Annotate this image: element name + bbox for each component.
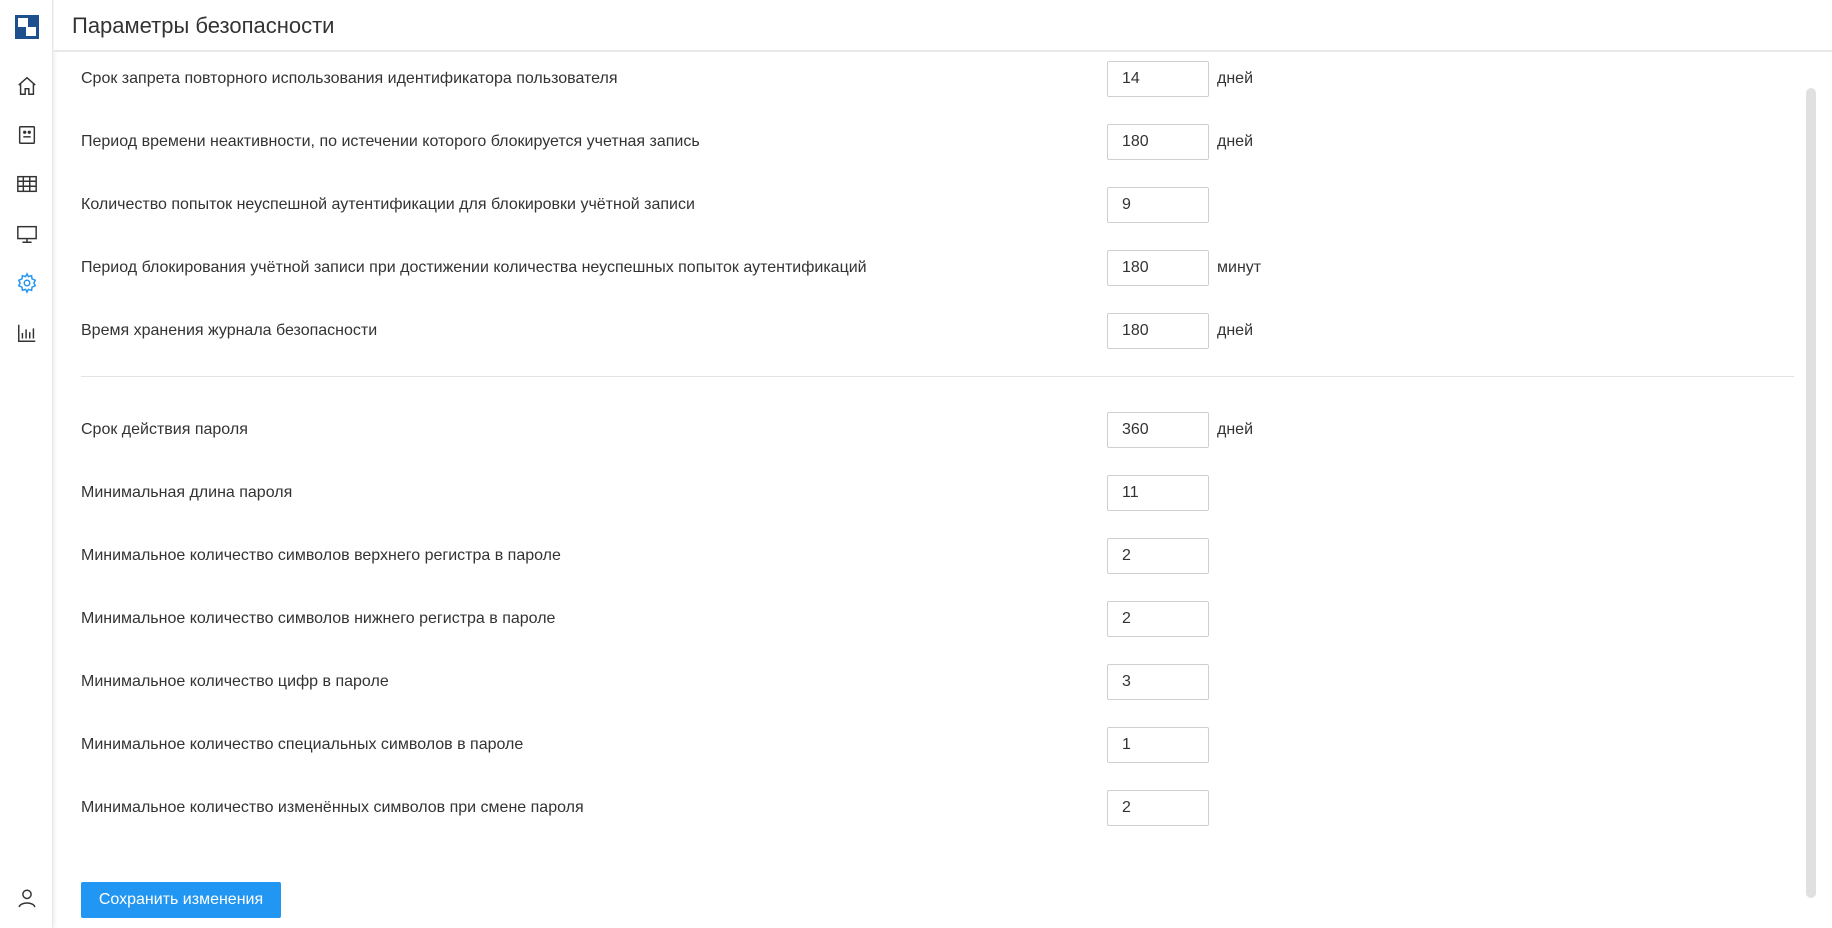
- table-icon: [16, 173, 38, 200]
- bar-chart-icon: [16, 322, 38, 349]
- page-header: Параметры безопасности: [54, 0, 1832, 52]
- scrollbar[interactable]: [1806, 88, 1816, 898]
- user-card-icon: [16, 124, 38, 151]
- setting-row-id-reuse: Срок запрета повторного использования ид…: [81, 61, 1281, 97]
- setting-row-password-expiry: Срок действия пароля дней: [81, 412, 1281, 448]
- setting-row-failed-attempts: Количество попыток неуспешной аутентифик…: [81, 187, 1281, 223]
- min-lowercase-input[interactable]: [1107, 601, 1209, 637]
- min-changed-input[interactable]: [1107, 790, 1209, 826]
- password-expiry-days-input[interactable]: [1107, 412, 1209, 448]
- setting-unit: дней: [1217, 133, 1254, 150]
- setting-label: Срок запрета повторного использования ид…: [81, 70, 618, 87]
- setting-row-min-special: Минимальное количество специальных симво…: [81, 727, 1281, 763]
- setting-label: Период блокирования учётной записи при д…: [81, 259, 867, 276]
- user-icon: [16, 887, 38, 914]
- setting-label: Минимальное количество изменённых символ…: [81, 799, 584, 816]
- id-reuse-days-input[interactable]: [1107, 61, 1209, 97]
- setting-label: Срок действия пароля: [81, 421, 248, 438]
- setting-label: Минимальное количество символов нижнего …: [81, 610, 556, 627]
- setting-row-min-length: Минимальная длина пароля: [81, 475, 1281, 511]
- setting-label: Минимальное количество символов верхнего…: [81, 547, 561, 564]
- sidebar-item-settings[interactable]: [15, 271, 39, 299]
- setting-row-log-retention: Время хранения журнала безопасности дней: [81, 313, 1281, 349]
- setting-label: Минимальное количество цифр в пароле: [81, 673, 389, 690]
- section-divider: [81, 376, 1794, 377]
- log-retention-days-input[interactable]: [1107, 313, 1209, 349]
- setting-label: Период времени неактивности, по истечени…: [81, 133, 700, 150]
- save-button[interactable]: Сохранить изменения: [81, 882, 281, 918]
- setting-row-min-digits: Минимальное количество цифр в пароле: [81, 664, 1281, 700]
- min-length-input[interactable]: [1107, 475, 1209, 511]
- inactivity-days-input[interactable]: [1107, 124, 1209, 160]
- home-icon: [16, 75, 38, 102]
- gear-icon: [16, 271, 38, 299]
- setting-label: Время хранения журнала безопасности: [81, 322, 378, 339]
- settings-panel: Срок запрета повторного использования ид…: [54, 52, 1832, 928]
- setting-row-min-uppercase: Минимальное количество символов верхнего…: [81, 538, 1281, 574]
- page-title: Параметры безопасности: [72, 13, 335, 38]
- sidebar-item-tables[interactable]: [15, 174, 39, 198]
- setting-row-inactivity: Период времени неактивности, по истечени…: [81, 124, 1281, 160]
- lockout-minutes-input[interactable]: [1107, 250, 1209, 286]
- sidebar-item-reports[interactable]: [15, 323, 39, 347]
- setting-unit: дней: [1217, 70, 1254, 87]
- sidebar: [0, 0, 53, 928]
- setting-label: Количество попыток неуспешной аутентифик…: [81, 196, 695, 213]
- min-uppercase-input[interactable]: [1107, 538, 1209, 574]
- min-digits-input[interactable]: [1107, 664, 1209, 700]
- setting-unit: дней: [1217, 421, 1254, 438]
- setting-row-min-lowercase: Минимальное количество символов нижнего …: [81, 601, 1281, 637]
- setting-unit: дней: [1217, 322, 1254, 339]
- setting-label: Минимальное количество специальных симво…: [81, 736, 524, 753]
- sidebar-item-monitor[interactable]: [15, 224, 39, 248]
- setting-label: Минимальная длина пароля: [81, 484, 293, 501]
- sidebar-item-users[interactable]: [15, 125, 39, 149]
- min-special-input[interactable]: [1107, 727, 1209, 763]
- setting-unit: минут: [1217, 259, 1262, 276]
- monitor-icon: [16, 223, 38, 250]
- sidebar-item-home[interactable]: [15, 76, 39, 100]
- failed-attempts-input[interactable]: [1107, 187, 1209, 223]
- setting-row-lockout-period: Период блокирования учётной записи при д…: [81, 250, 1281, 286]
- sidebar-item-profile[interactable]: [15, 888, 39, 912]
- app-logo[interactable]: [15, 15, 39, 39]
- setting-row-min-changed: Минимальное количество изменённых символ…: [81, 790, 1281, 826]
